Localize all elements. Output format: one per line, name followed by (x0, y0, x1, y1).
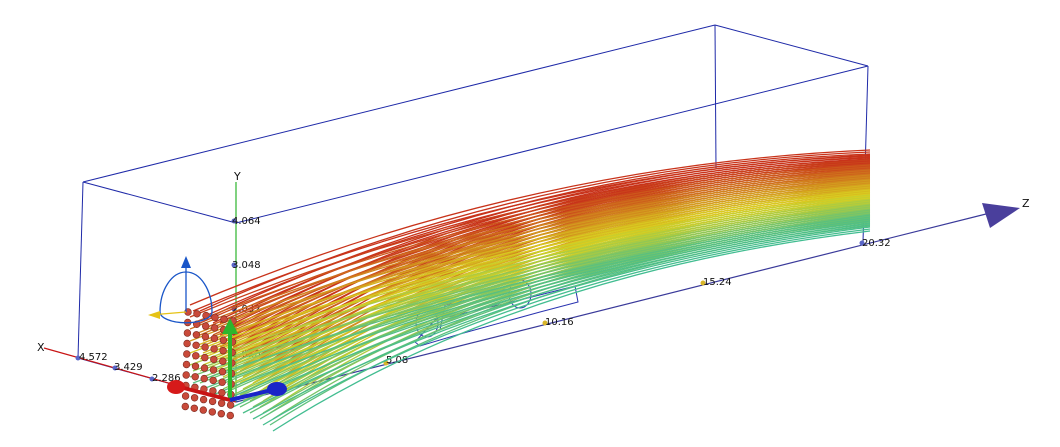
seed-point (202, 322, 210, 330)
seed-point (199, 406, 208, 414)
seed-point (181, 392, 190, 400)
seed-point (219, 357, 227, 365)
seed-point (211, 324, 219, 332)
seed-point (201, 332, 210, 341)
y-axis-label: Y (233, 170, 241, 183)
seed-point (209, 366, 218, 374)
seed-point (183, 339, 191, 348)
seed-point (210, 345, 218, 353)
seed-point (191, 373, 199, 381)
seed-point (183, 350, 191, 358)
seed-point (192, 352, 200, 360)
streamlines-layer (189, 149, 871, 432)
streamline (222, 220, 871, 402)
z-axis-label: Z (1022, 197, 1030, 210)
seed-point (191, 362, 200, 370)
seed-point (201, 353, 209, 362)
seed-point (182, 371, 190, 379)
seed-point (182, 360, 191, 369)
seed-point (210, 334, 219, 343)
seed-point (211, 313, 219, 322)
z-axis-arrow-head (982, 203, 1020, 228)
seed-point (192, 341, 200, 349)
z-tick-1: 5.08 (386, 355, 408, 366)
x-tick-2: 3.429 (114, 362, 143, 373)
seed-point (183, 329, 192, 337)
z-tick-2: 10.16 (545, 317, 574, 328)
z-tick-4: 20.32 (862, 238, 891, 249)
seed-point (200, 374, 208, 383)
seed-point (181, 402, 190, 411)
x-tick-1: 4.572 (79, 352, 108, 363)
seed-point (193, 310, 201, 318)
seed-point (200, 364, 209, 372)
seed-point (217, 410, 226, 418)
x-axis-label: X (37, 341, 45, 354)
seed-point (199, 395, 208, 404)
seed-point (209, 376, 217, 385)
seed-point (218, 389, 226, 397)
seed-point (208, 408, 217, 416)
seed-point (210, 355, 218, 364)
seed-point (226, 401, 235, 409)
seed-point (219, 347, 227, 355)
seed-point (220, 315, 228, 323)
seed-point (192, 331, 201, 339)
seed-point (208, 397, 217, 406)
seed-point (218, 368, 227, 376)
seed-point (190, 404, 199, 412)
y-tick-2: 3.048 (232, 260, 261, 271)
y-tick-1: 4.064 (232, 216, 261, 227)
rotation-triad-icon[interactable] (148, 256, 213, 324)
seed-point (219, 336, 228, 344)
seed-point (201, 343, 209, 351)
3d-viewport[interactable]: X Y Z 4.572 3.429 2.286 4.064 3.048 2.03… (0, 0, 1060, 447)
scene-canvas[interactable]: X Y Z 4.572 3.429 2.286 4.064 3.048 2.03… (0, 0, 1060, 447)
seed-point (226, 411, 235, 420)
seed-point (190, 394, 199, 402)
seed-point (217, 399, 226, 407)
z-tick-3: 15.24 (703, 277, 732, 288)
seed-point (218, 378, 226, 386)
